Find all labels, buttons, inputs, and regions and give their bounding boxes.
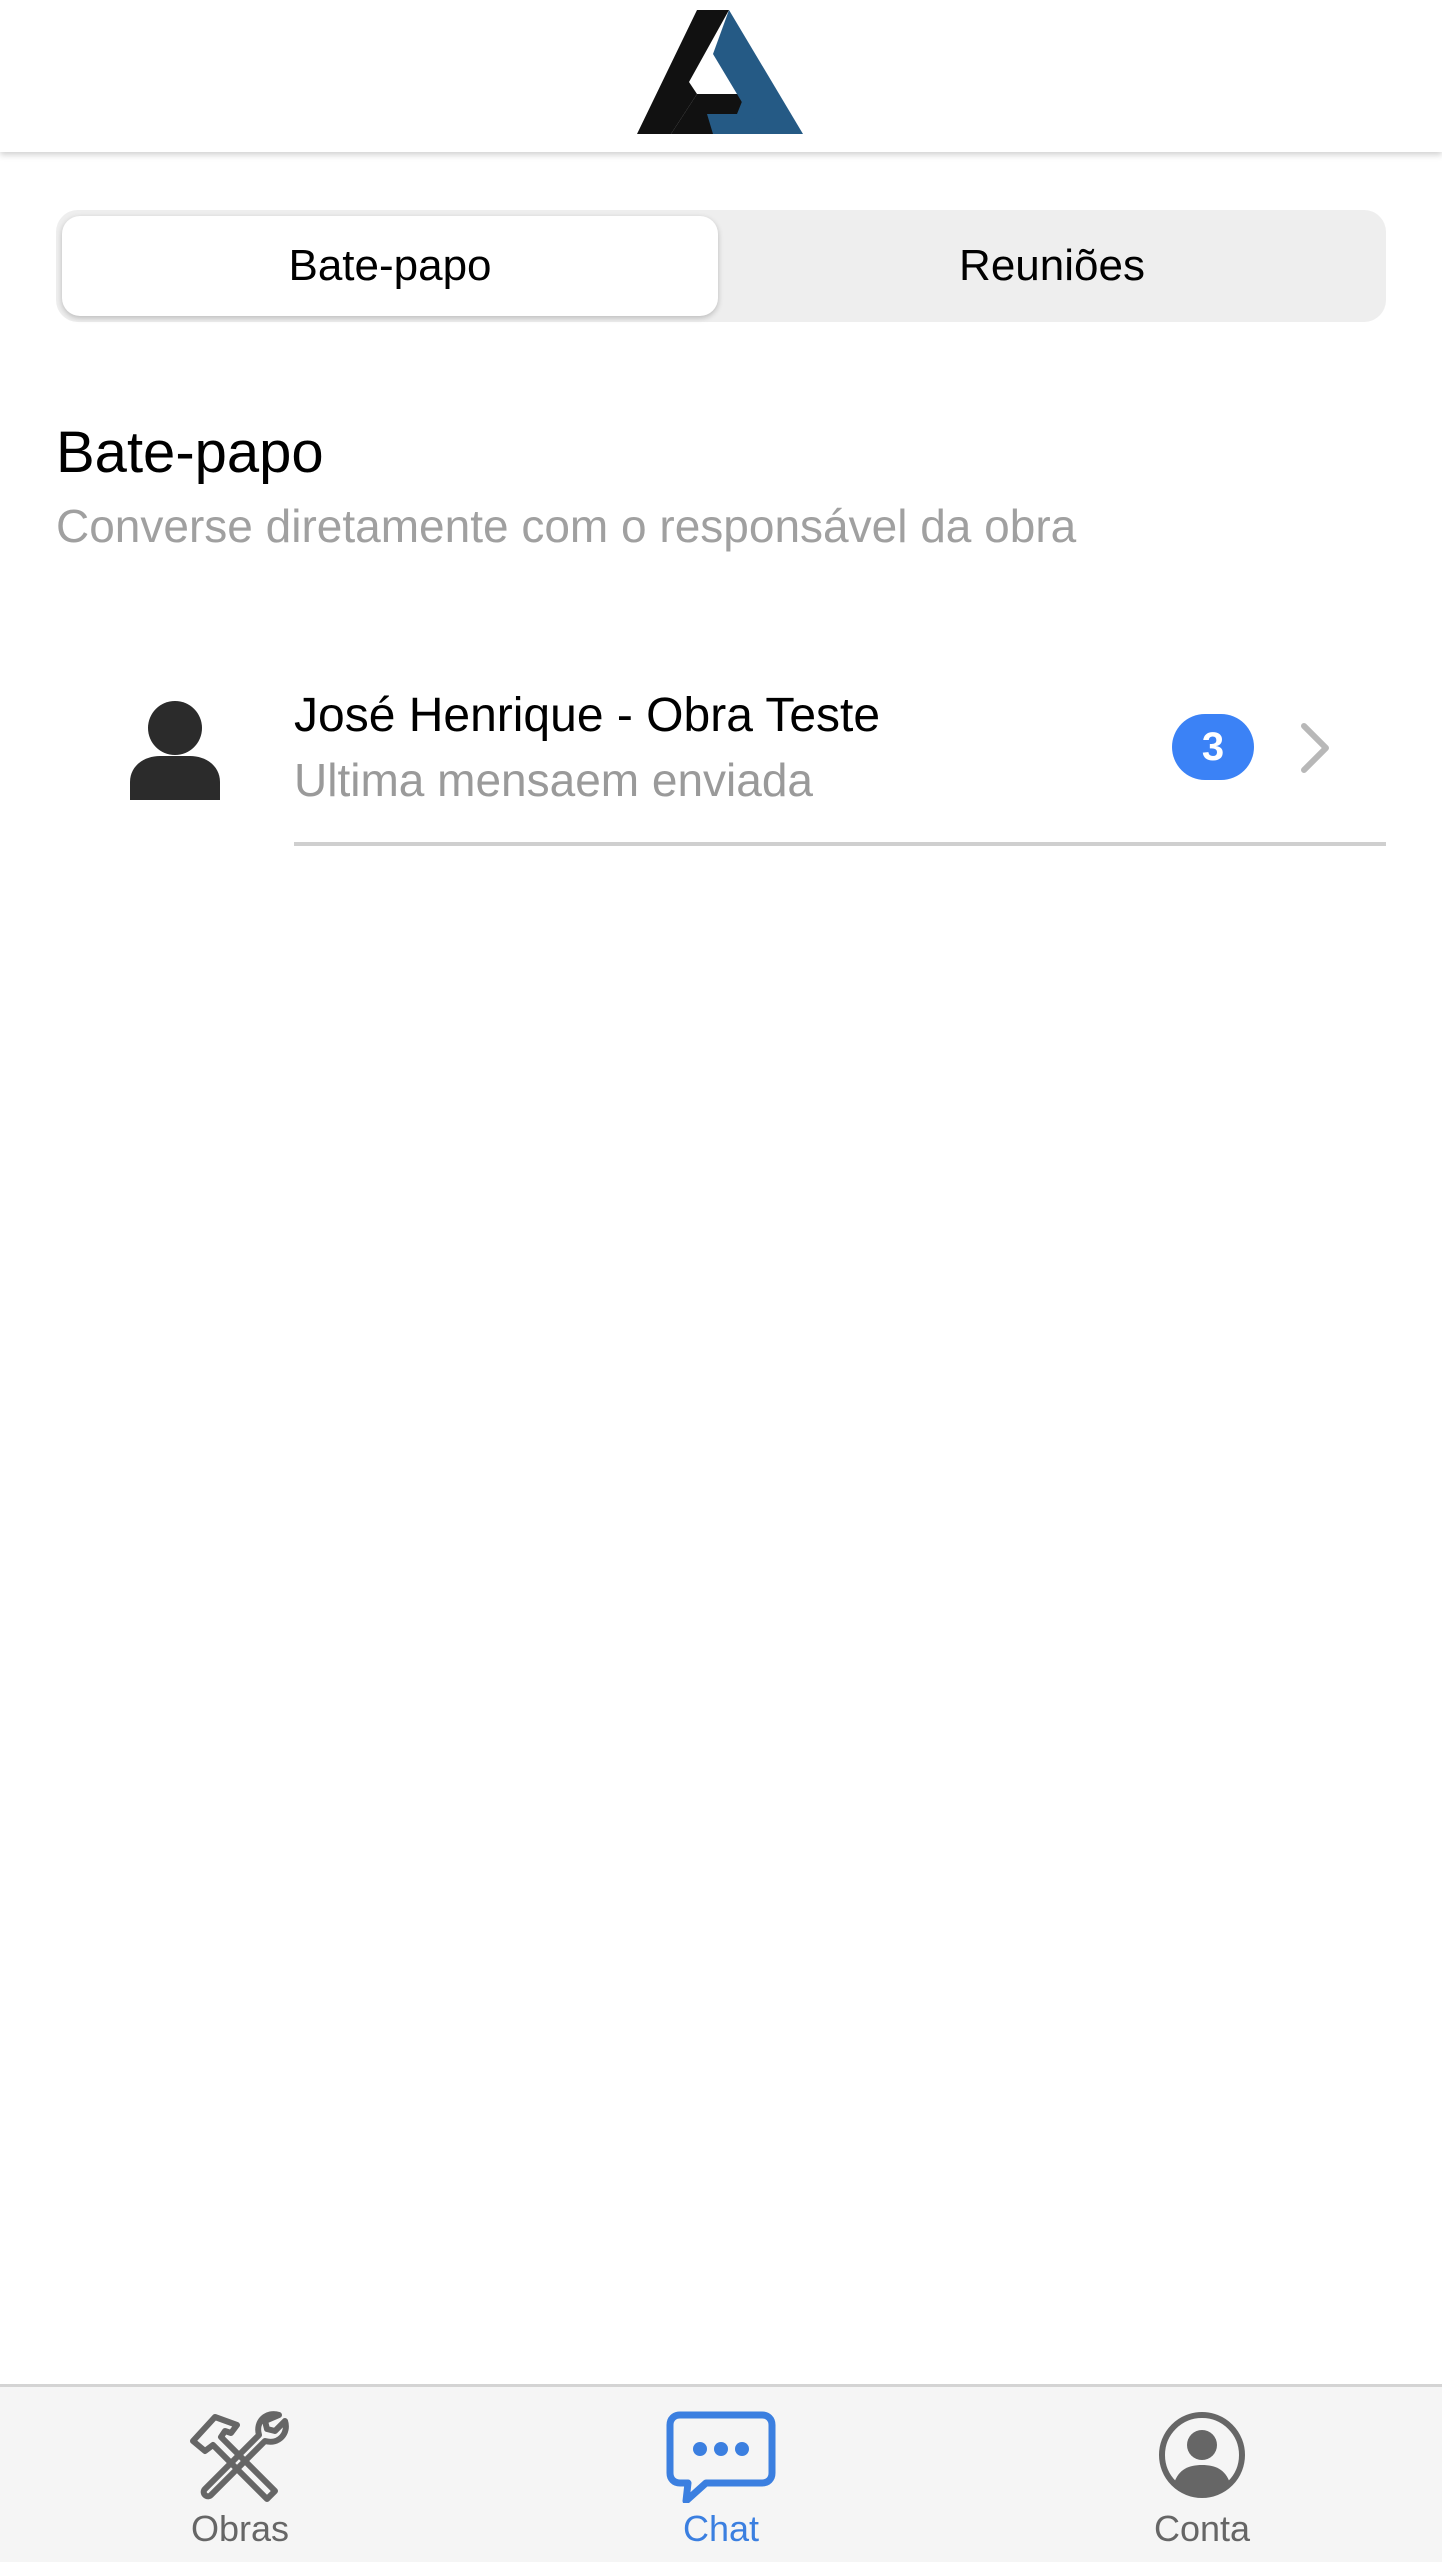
tab-obras[interactable]: Obras bbox=[0, 2387, 480, 2562]
tab-label-conta: Conta bbox=[1153, 2508, 1251, 2549]
segment-tab-reunioes[interactable]: Reuniões bbox=[724, 216, 1380, 316]
tab-conta[interactable]: Conta bbox=[962, 2387, 1442, 2562]
segment-control: Bate-papo Reuniões bbox=[56, 210, 1386, 322]
brand-logo-icon bbox=[637, 10, 803, 134]
tools-icon bbox=[190, 2411, 289, 2502]
chevron-right-icon bbox=[1301, 723, 1329, 773]
person-icon bbox=[130, 701, 220, 800]
account-circle-icon bbox=[1159, 2412, 1245, 2498]
list-divider bbox=[294, 842, 1386, 846]
section-title: Bate-papo bbox=[56, 420, 324, 485]
bottom-tab-bar: Obras Chat Conta bbox=[0, 2384, 1442, 2562]
chat-contact-name: José Henrique - Obra Teste bbox=[294, 689, 881, 742]
top-header bbox=[0, 0, 1442, 152]
tab-label-chat: Chat bbox=[682, 2508, 760, 2549]
tab-label-obras: Obras bbox=[190, 2508, 290, 2549]
app-root: Bate-papo Reuniões Bate-papo Converse di… bbox=[0, 0, 1442, 2562]
unread-count-badge: 3 bbox=[1172, 714, 1254, 780]
chat-bubble-icon bbox=[666, 2411, 776, 2503]
tab-chat[interactable]: Chat bbox=[481, 2387, 961, 2562]
chat-list-item[interactable]: José Henrique - Obra Teste Ultima mensae… bbox=[0, 660, 1442, 850]
section-subtitle: Converse diretamente com o responsável d… bbox=[56, 500, 1077, 552]
chat-last-message: Ultima mensaem enviada bbox=[294, 754, 814, 806]
segment-tab-bate-papo[interactable]: Bate-papo bbox=[62, 216, 718, 316]
